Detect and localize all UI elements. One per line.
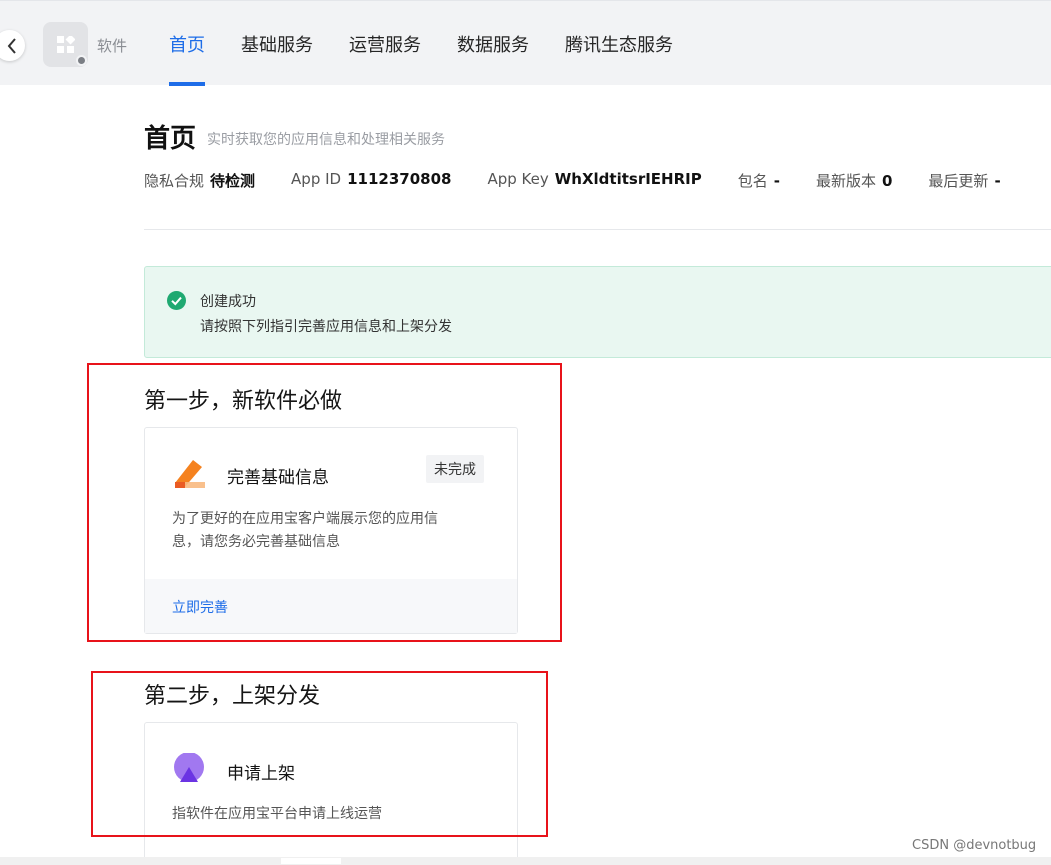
check-circle-icon — [167, 291, 186, 310]
app-icon — [43, 22, 88, 67]
info-label: 包名 — [737, 172, 768, 190]
chevron-left-icon — [7, 37, 16, 54]
status-dot — [76, 55, 87, 66]
tab-tencent-ecosystem[interactable]: 腾讯生态服务 — [565, 1, 673, 86]
app-name: 软件 — [97, 37, 128, 55]
annotation-highlight-box — [87, 363, 562, 642]
info-privacy: 隐私合规 待检测 — [144, 170, 255, 191]
banner-title: 创建成功 — [200, 294, 256, 310]
info-value: - — [994, 172, 1001, 190]
banner-description: 请按照下列指引完善应用信息和上架分发 — [200, 319, 452, 335]
tab-data-services[interactable]: 数据服务 — [457, 1, 529, 86]
info-app-key: App Key WhXldtitsrIEHRIP — [487, 170, 701, 191]
back-button[interactable] — [0, 30, 25, 61]
tab-basic-services[interactable]: 基础服务 — [241, 1, 313, 86]
info-package-name: 包名 - — [738, 170, 780, 191]
tab-operation-services[interactable]: 运营服务 — [349, 1, 421, 86]
scrollbar-thumb[interactable] — [281, 858, 341, 864]
info-latest-version: 最新版本 0 — [816, 170, 892, 191]
watermark: CSDN @devnotbug — [912, 838, 1037, 853]
info-label: 最新版本 — [815, 172, 876, 190]
info-label: 隐私合规 — [144, 172, 205, 190]
info-value: WhXldtitsrIEHRIP — [554, 170, 702, 188]
info-app-id: App ID 1112370808 — [291, 170, 451, 191]
info-value: 待检测 — [210, 172, 256, 190]
annotation-highlight-box — [91, 671, 548, 837]
info-label: App ID — [291, 170, 342, 188]
tab-home[interactable]: 首页 — [169, 1, 205, 86]
horizontal-scrollbar[interactable] — [0, 857, 1051, 865]
header-divider — [144, 229, 1051, 230]
info-last-update: 最后更新 - — [928, 170, 1000, 191]
info-label: 最后更新 — [928, 172, 989, 190]
page-title: 首页 — [144, 124, 197, 154]
app-grid-icon — [57, 36, 75, 53]
app-info-row: 隐私合规 待检测 App ID 1112370808 App Key WhXldtit… — [144, 170, 1037, 191]
top-navigation-bar: 软件 首页 基础服务 运营服务 数据服务 腾讯生态服务 — [0, 0, 1051, 86]
info-value: 1112370808 — [347, 170, 452, 188]
info-value: 0 — [881, 172, 893, 190]
main-nav: 首页 基础服务 运营服务 数据服务 腾讯生态服务 — [169, 1, 709, 86]
success-banner: 创建成功 请按照下列指引完善应用信息和上架分发 — [144, 266, 1051, 358]
info-label: App Key — [487, 170, 549, 188]
info-value: - — [773, 172, 780, 190]
page-subtitle: 实时获取您的应用信息和处理相关服务 — [207, 132, 445, 148]
